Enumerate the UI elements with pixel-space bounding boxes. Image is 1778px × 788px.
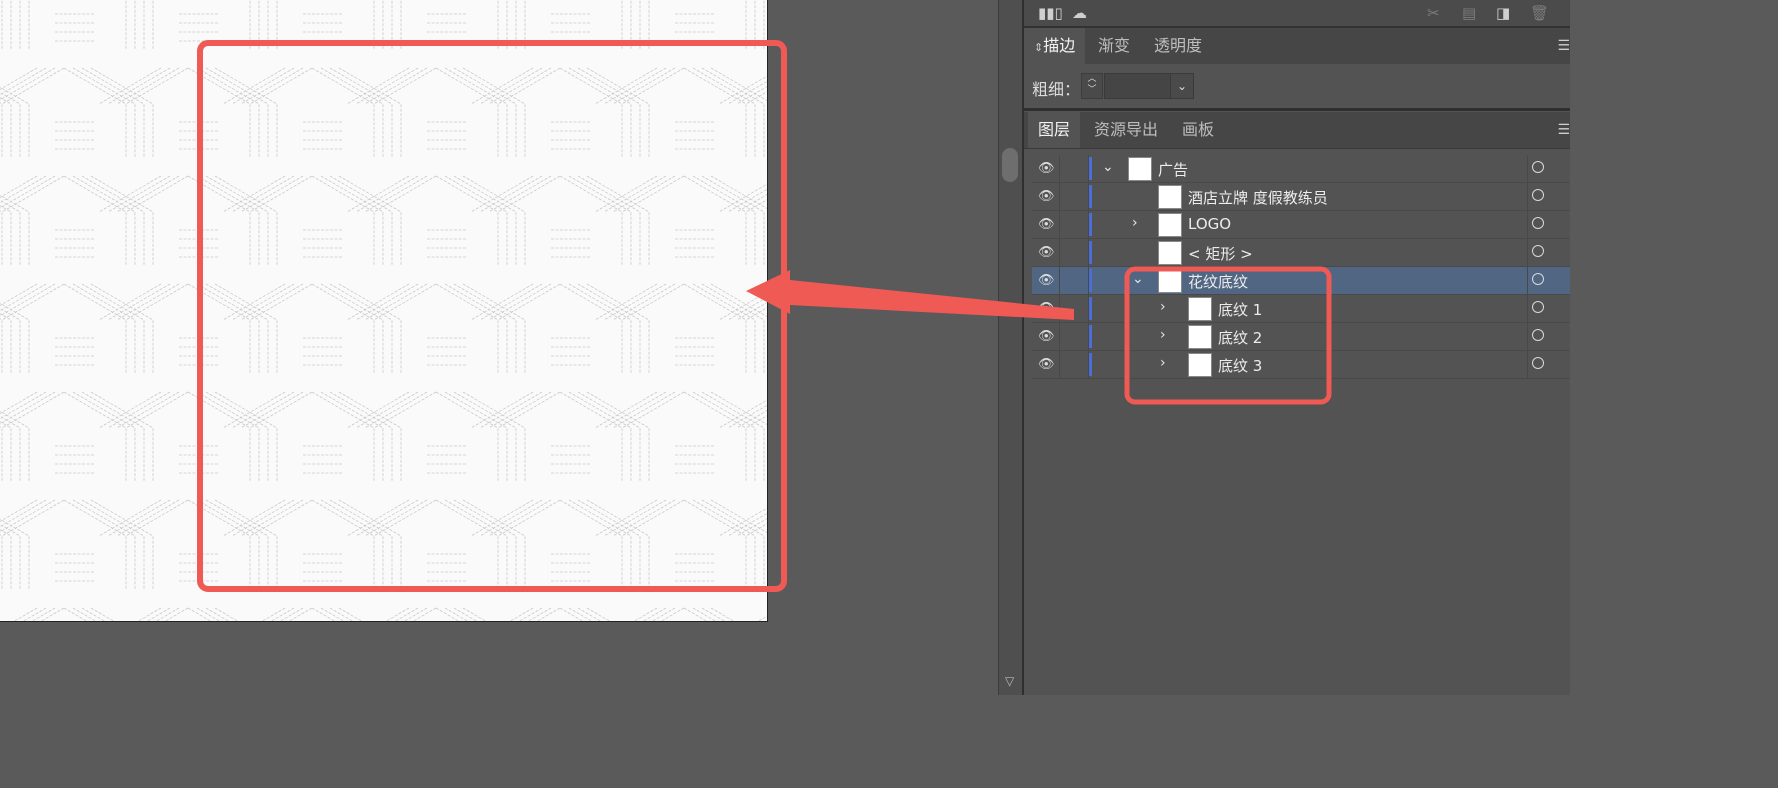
layer-thumbnail — [1158, 185, 1182, 209]
collapse-icon: ⇕ — [1034, 41, 1044, 54]
right-panel: ▮▮▯ ☁ ✂ ▤ ◨ 🗑 ⇕描边 渐变 透明度 ☰ 粗细： ︿ ﹀ ⌄ 图层 资… — [1022, 0, 1570, 695]
row-separator — [1527, 267, 1528, 294]
layer-color-bar — [1089, 269, 1092, 292]
row-separator — [1527, 155, 1528, 182]
layer-thumbnail — [1128, 157, 1152, 181]
tab-gradient[interactable]: 渐变 — [1088, 28, 1140, 64]
target-circle-icon[interactable] — [1532, 301, 1544, 313]
layer-name: 酒店立牌 度假教练员 — [1188, 189, 1328, 207]
layer-row-ad[interactable]: 👁 ⌄ 广告 — [1032, 155, 1570, 183]
scroll-down-icon[interactable]: ▽ — [1005, 674, 1014, 688]
layer-color-bar — [1089, 157, 1092, 180]
layer-name: 花纹底纹 — [1188, 273, 1249, 291]
layer-thumbnail — [1188, 297, 1212, 321]
eye-icon[interactable]: 👁 — [1038, 245, 1055, 260]
stroke-tab-row: ⇕描边 渐变 透明度 ☰ — [1024, 28, 1570, 65]
row-separator — [1527, 239, 1528, 266]
layer-color-bar — [1089, 241, 1092, 264]
layer-name: < 矩形 > — [1188, 245, 1253, 263]
layer-row-pattern[interactable]: 👁 ⌄ 花纹底纹 — [1032, 267, 1570, 295]
layer-thumbnail — [1158, 213, 1182, 237]
trash-icon[interactable]: 🗑 — [1530, 4, 1549, 22]
chevron-right-icon[interactable]: › — [1160, 327, 1166, 343]
move-layer-icon[interactable]: ◨ — [1496, 4, 1510, 22]
layers-list: 👁 ⌄ 广告 👁 酒店立牌 度假教练员 👁 › LOGO 👁 < 矩形 > 👁 … — [1032, 155, 1570, 685]
layer-name: 底纹 1 — [1218, 301, 1263, 319]
target-circle-icon[interactable] — [1532, 245, 1544, 257]
layer-row-pattern-2[interactable]: 👁 › 底纹 2 — [1032, 323, 1570, 351]
lock-toggle[interactable] — [1059, 267, 1089, 294]
lock-toggle[interactable] — [1059, 239, 1089, 266]
target-circle-icon[interactable] — [1532, 357, 1544, 369]
layer-thumbnail — [1158, 269, 1182, 293]
pattern-lines — [0, 0, 767, 621]
tab-artboards[interactable]: 画板 — [1172, 112, 1224, 148]
libraries-icon[interactable]: ▮▮▯ — [1038, 4, 1063, 22]
layer-thumbnail — [1158, 241, 1182, 265]
layer-color-bar — [1089, 353, 1092, 376]
weight-label: 粗细： — [1032, 80, 1081, 99]
target-circle-icon[interactable] — [1532, 329, 1544, 341]
row-separator — [1527, 351, 1528, 378]
scrollbar-thumb[interactable] — [1002, 148, 1018, 182]
chevron-down-icon[interactable]: ⌄ — [1170, 73, 1194, 99]
lock-toggle[interactable] — [1059, 155, 1089, 182]
row-separator — [1527, 183, 1528, 210]
weight-stepper[interactable]: ︿ ﹀ — [1081, 73, 1103, 99]
layer-name: 底纹 2 — [1218, 329, 1263, 347]
artboard-canvas[interactable] — [0, 0, 768, 622]
chevron-right-icon[interactable]: › — [1160, 355, 1166, 371]
eye-icon[interactable]: 👁 — [1038, 217, 1055, 232]
tab-stroke[interactable]: ⇕描边 — [1024, 28, 1086, 64]
chevron-down-icon[interactable]: ⌄ — [1132, 271, 1144, 287]
layer-name: 底纹 3 — [1218, 357, 1263, 375]
layer-row-rect[interactable]: 👁 < 矩形 > — [1032, 239, 1570, 267]
layer-color-bar — [1089, 297, 1092, 320]
panel-menu-icon[interactable]: ☰ — [1557, 38, 1570, 54]
layer-color-bar — [1089, 325, 1092, 348]
layer-thumbnail — [1188, 325, 1212, 349]
eye-icon[interactable]: 👁 — [1038, 273, 1055, 288]
layers-tab-row: 图层 资源导出 画板 ☰ — [1024, 112, 1570, 149]
row-separator — [1527, 295, 1528, 322]
layer-row-hotel-sign[interactable]: 👁 酒店立牌 度假教练员 — [1032, 183, 1570, 211]
layer-name: LOGO — [1188, 215, 1232, 233]
row-separator — [1527, 211, 1528, 238]
eye-icon[interactable]: 👁 — [1038, 161, 1055, 176]
target-circle-icon[interactable] — [1532, 273, 1544, 285]
new-layer-icon[interactable]: ▤ — [1462, 4, 1476, 22]
target-circle-icon[interactable] — [1532, 161, 1544, 173]
geometric-pattern — [0, 0, 767, 621]
eye-icon[interactable]: 👁 — [1038, 357, 1055, 372]
lock-toggle[interactable] — [1059, 323, 1089, 350]
row-separator — [1527, 323, 1528, 350]
tab-asset-export[interactable]: 资源导出 — [1084, 112, 1168, 148]
lock-toggle[interactable] — [1059, 351, 1089, 378]
target-circle-icon[interactable] — [1532, 189, 1544, 201]
eye-icon[interactable]: 👁 — [1038, 189, 1055, 204]
panel-toolbar: ▮▮▯ ☁ ✂ ▤ ◨ 🗑 — [1024, 0, 1570, 28]
layer-color-bar — [1089, 213, 1092, 236]
layer-name: 广告 — [1158, 161, 1189, 179]
tab-transparency[interactable]: 透明度 — [1144, 28, 1212, 64]
lock-toggle[interactable] — [1059, 183, 1089, 210]
chevron-right-icon[interactable]: › — [1160, 299, 1166, 315]
layer-row-pattern-1[interactable]: 👁 › 底纹 1 — [1032, 295, 1570, 323]
eye-icon[interactable]: 👁 — [1038, 329, 1055, 344]
scissors-icon[interactable]: ✂ — [1427, 4, 1440, 22]
chevron-right-icon[interactable]: › — [1132, 215, 1138, 231]
target-circle-icon[interactable] — [1532, 217, 1544, 229]
canvas-scrollbar[interactable]: ▽ — [998, 0, 1023, 695]
layer-row-pattern-3[interactable]: 👁 › 底纹 3 — [1032, 351, 1570, 379]
lock-toggle[interactable] — [1059, 295, 1089, 322]
layer-thumbnail — [1188, 353, 1212, 377]
eye-icon[interactable]: 👁 — [1038, 301, 1055, 316]
lock-toggle[interactable] — [1059, 211, 1089, 238]
creative-cloud-icon[interactable]: ☁ — [1072, 4, 1087, 22]
layer-color-bar — [1089, 185, 1092, 208]
tab-layers[interactable]: 图层 — [1028, 112, 1081, 148]
chevron-down-icon[interactable]: ⌄ — [1102, 159, 1114, 175]
panel-menu-icon[interactable]: ☰ — [1557, 122, 1570, 138]
layer-row-logo[interactable]: 👁 › LOGO — [1032, 211, 1570, 239]
